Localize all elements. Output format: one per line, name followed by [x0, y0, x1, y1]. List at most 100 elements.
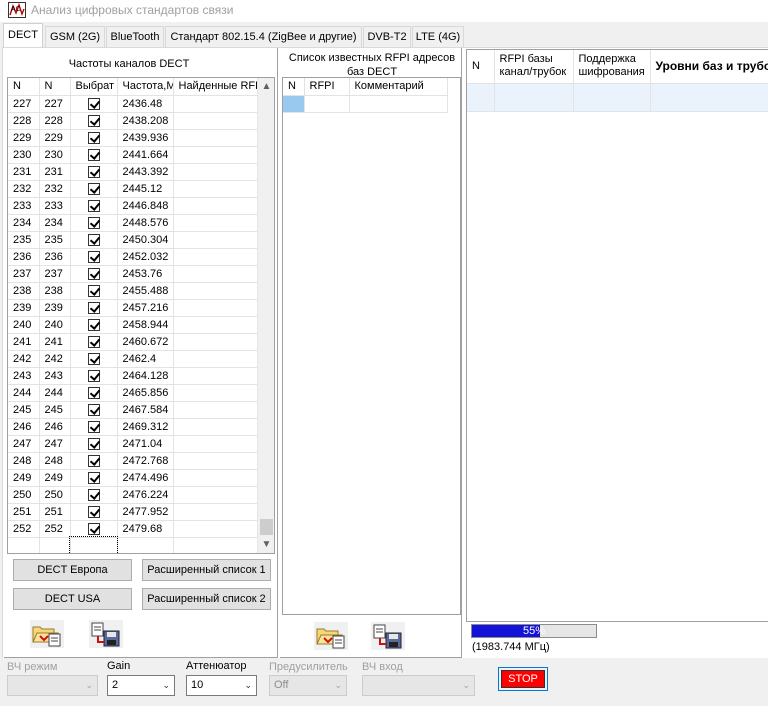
channel-row[interactable]: 229 229 2439.936 [8, 129, 260, 147]
channel-select-cell[interactable] [70, 503, 118, 521]
channel-select-cell[interactable] [70, 231, 118, 249]
channel-checkbox[interactable] [87, 335, 100, 348]
rfpi-col-n[interactable]: N [283, 78, 305, 96]
channel-checkbox[interactable] [87, 131, 100, 144]
channel-row[interactable]: 249 249 2474.496 [8, 469, 260, 487]
channel-checkbox[interactable] [87, 114, 100, 127]
channel-row[interactable]: 236 236 2452.032 [8, 248, 260, 266]
channel-select-cell[interactable] [70, 418, 118, 436]
channel-row[interactable]: 247 247 2471.04 [8, 435, 260, 453]
rfpi-grid[interactable]: N RFPI Комментарий [282, 77, 461, 615]
channel-select-cell[interactable] [70, 333, 118, 351]
rfpi-comment-cell[interactable] [349, 95, 448, 113]
channel-row[interactable]: 245 245 2467.584 [8, 401, 260, 419]
bases-cell[interactable] [494, 83, 574, 112]
channel-select-cell[interactable] [70, 435, 118, 453]
channel-checkbox[interactable] [87, 318, 100, 331]
channel-select-cell[interactable] [70, 248, 118, 266]
bases-col-encryption[interactable]: Поддержка шифрования [573, 50, 651, 84]
bases-cell[interactable] [573, 83, 651, 112]
channel-select-cell[interactable] [70, 197, 118, 215]
channel-checkbox[interactable] [87, 216, 100, 229]
channel-row[interactable]: 251 251 2477.952 [8, 503, 260, 521]
channel-checkbox[interactable] [87, 420, 100, 433]
channel-checkbox[interactable] [87, 284, 100, 297]
channel-row[interactable]: 233 233 2446.848 [8, 197, 260, 215]
save-list-icon[interactable] [371, 622, 405, 650]
channel-select-cell[interactable] [70, 401, 118, 419]
channel-row[interactable]: 228 228 2438.208 [8, 112, 260, 130]
channels-scrollbar[interactable]: ▲ ▼ [257, 78, 274, 553]
open-folder-icon[interactable] [314, 622, 348, 650]
channel-select-cell[interactable] [70, 163, 118, 181]
channel-checkbox[interactable] [87, 352, 100, 365]
channel-row[interactable]: 240 240 2458.944 [8, 316, 260, 334]
col-freq[interactable]: Частота,М [117, 78, 174, 96]
rfpi-new-row[interactable] [283, 95, 448, 113]
channel-checkbox[interactable] [87, 165, 100, 178]
bases-col-levels[interactable]: Уровни баз и трубок [650, 50, 768, 84]
stop-button[interactable]: STOP [498, 667, 548, 691]
col-n1[interactable]: N [8, 78, 40, 96]
bases-new-row[interactable] [467, 83, 768, 112]
bases-grid[interactable]: N RFPI базы канал/трубок Поддержка шифро… [466, 49, 768, 622]
col-found-rfpi[interactable]: Найденные RFPI [173, 78, 260, 96]
channel-row[interactable]: 234 234 2448.576 [8, 214, 260, 232]
channel-checkbox[interactable] [87, 267, 100, 280]
channel-checkbox[interactable] [87, 454, 100, 467]
channel-row[interactable]: 243 243 2464.128 [8, 367, 260, 385]
channel-checkbox[interactable] [87, 199, 100, 212]
channel-row[interactable]: 235 235 2450.304 [8, 231, 260, 249]
bases-cell[interactable] [650, 83, 768, 112]
tab-lte[interactable]: LTE (4G) [412, 26, 464, 47]
channel-checkbox[interactable] [87, 437, 100, 450]
channel-select-cell[interactable] [70, 299, 118, 317]
extended-list-1-button[interactable]: Расширенный список 1 [142, 559, 271, 581]
channel-select-cell[interactable] [70, 350, 118, 368]
col-select[interactable]: Выбрат [70, 78, 118, 96]
channel-row[interactable]: 227 227 2436.48 [8, 95, 260, 113]
channel-checkbox[interactable] [87, 97, 100, 110]
channel-empty-cell[interactable] [173, 537, 260, 553]
save-list-icon[interactable] [89, 620, 123, 648]
channel-row[interactable]: 237 237 2453.76 [8, 265, 260, 283]
channel-row[interactable]: 246 246 2469.312 [8, 418, 260, 436]
channel-select-cell[interactable] [70, 214, 118, 232]
tab-dect[interactable]: DECT [3, 23, 43, 48]
bases-cell[interactable] [467, 83, 495, 112]
channel-empty-cell[interactable] [39, 537, 71, 553]
vch-mode-select[interactable]: ⌄ [7, 675, 98, 696]
channel-select-cell[interactable] [70, 265, 118, 283]
channel-checkbox[interactable] [87, 471, 100, 484]
channel-select-cell[interactable] [70, 469, 118, 487]
channel-checkbox[interactable] [87, 386, 100, 399]
channel-select-cell[interactable] [70, 95, 118, 113]
channel-row[interactable]: 242 242 2462.4 [8, 350, 260, 368]
channel-select-cell[interactable] [70, 316, 118, 334]
channel-row[interactable]: 232 232 2445.12 [8, 180, 260, 198]
col-n2[interactable]: N [39, 78, 71, 96]
channel-select-cell[interactable] [70, 520, 118, 538]
channel-checkbox[interactable] [87, 250, 100, 263]
channel-empty-cell[interactable] [69, 536, 118, 553]
channel-row[interactable]: 241 241 2460.672 [8, 333, 260, 351]
channel-row[interactable]: 252 252 2479.68 [8, 520, 260, 538]
channel-row[interactable]: 244 244 2465.856 [8, 384, 260, 402]
channels-grid[interactable]: N N Выбрат Частота,М Найденные RFPI 227 2… [7, 77, 275, 554]
channel-select-cell[interactable] [70, 452, 118, 470]
channel-checkbox[interactable] [87, 182, 100, 195]
rfpi-cell[interactable] [304, 95, 350, 113]
channel-row[interactable]: 250 250 2476.224 [8, 486, 260, 504]
rfpi-col-comment[interactable]: Комментарий [349, 78, 448, 96]
bases-col-rfpi[interactable]: RFPI базы канал/трубок [494, 50, 574, 84]
bases-col-n[interactable]: N [467, 50, 495, 84]
channel-row[interactable]: 248 248 2472.768 [8, 452, 260, 470]
channel-new-row[interactable] [8, 536, 260, 553]
channel-checkbox[interactable] [87, 505, 100, 518]
preamp-select[interactable]: Off ⌄ [269, 675, 347, 696]
channel-select-cell[interactable] [70, 486, 118, 504]
channel-row[interactable]: 230 230 2441.664 [8, 146, 260, 164]
extended-list-2-button[interactable]: Расширенный список 2 [142, 588, 271, 610]
gain-select[interactable]: 2 ⌄ [107, 675, 175, 696]
channel-select-cell[interactable] [70, 367, 118, 385]
